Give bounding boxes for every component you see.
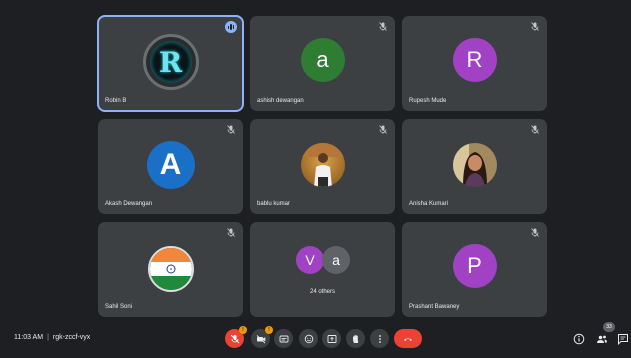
avatar-letter: V [305,252,315,268]
end-call-icon [404,337,412,341]
participant-name: Robin B [105,98,127,104]
mic-off-icon [379,125,387,134]
participant-name: Prashant Bawaney [409,304,460,310]
participant-name: Anisha Kumari [409,201,449,207]
meeting-time: 11:03 AM [14,334,44,341]
participant-name: Rupesh Mude [409,98,447,104]
participant-name: Sahil Soni [105,304,133,310]
people-button[interactable] [596,333,608,345]
warning-badge: ! [265,326,273,334]
reactions-button[interactable] [299,329,318,348]
warning-badge: ! [239,326,247,334]
avatar: R [142,34,199,90]
india-flag-icon [149,248,192,290]
participant-tile-rupesh[interactable]: R Rupesh Mude [402,16,547,111]
avatar: R [452,38,497,82]
participant-name: bablu kumar [257,201,291,207]
present-icon [327,334,336,343]
avatar [300,143,345,187]
meeting-details-button[interactable] [573,333,585,345]
captions-icon [279,335,288,342]
end-call-button[interactable] [394,329,422,348]
participant-tile-akash[interactable]: A Akash Dewangan [98,119,243,214]
mic-off-icon [531,228,539,237]
avatar-letter: R [149,41,192,83]
camera-toggle-button[interactable]: ! [251,326,273,348]
mic-off-icon [379,22,387,31]
mic-off-icon [227,125,235,134]
participant-name: ashish dewangan [257,98,304,104]
profile-photo-icon [300,143,345,187]
meeting-code: rgk-zccf-vyx [52,334,91,341]
participant-tile-sahil[interactable]: Sahil Soni [98,222,243,317]
others-avatar: a [322,246,350,274]
mic-off-icon [531,22,539,31]
participant-tile-anisha[interactable]: Anisha Kumari [402,119,547,214]
mic-off-icon [531,125,539,134]
avatar-letter: P [467,253,482,278]
captions-button[interactable] [274,329,293,348]
participant-tile-prashant[interactable]: P Prashant Bawaney [402,222,547,317]
present-button[interactable] [322,329,341,348]
others-count: 24 others [309,289,336,295]
avatar-letter: A [159,148,182,181]
meeting-info: 11:03 AM | rgk-zccf-vyx [14,334,90,341]
participant-tile-robin[interactable]: R Robin B [97,15,244,112]
chat-icon [618,334,628,345]
participant-tile-ashish[interactable]: a ashish dewangan [250,16,395,111]
participant-name: Akash Dewangan [105,201,153,207]
avatar-letter: a [332,252,340,268]
others-avatar: V [296,246,324,274]
avatar: P [452,244,497,288]
participant-count-badge: 33 [603,322,615,332]
chat-button[interactable] [617,333,629,345]
emoji-icon [304,334,313,343]
more-options-button[interactable] [370,329,389,348]
meeting-separator: | [47,334,49,341]
speaking-indicator-icon [225,21,237,33]
avatar: a [300,38,345,82]
mic-toggle-button[interactable]: ! [225,326,247,348]
avatar [452,143,497,187]
camera-off-icon [256,334,265,343]
more-options-icon [378,334,381,343]
bottom-bar: 11:03 AM | rgk-zccf-vyx ! ! 33 [0,322,631,358]
profile-photo-icon [452,143,497,187]
avatar-letter: a [316,47,329,72]
info-icon [573,333,585,345]
participant-tile-bablu[interactable]: bablu kumar [250,119,395,214]
avatar-letter: R [466,47,483,72]
raise-hand-button[interactable] [346,329,365,348]
mic-off-icon [227,228,235,237]
avatar [147,246,194,292]
raise-hand-icon [352,334,358,343]
people-icon [597,335,607,343]
avatar: A [146,141,195,189]
mic-off-icon [230,334,239,343]
others-tile[interactable]: V a 24 others [250,222,395,317]
